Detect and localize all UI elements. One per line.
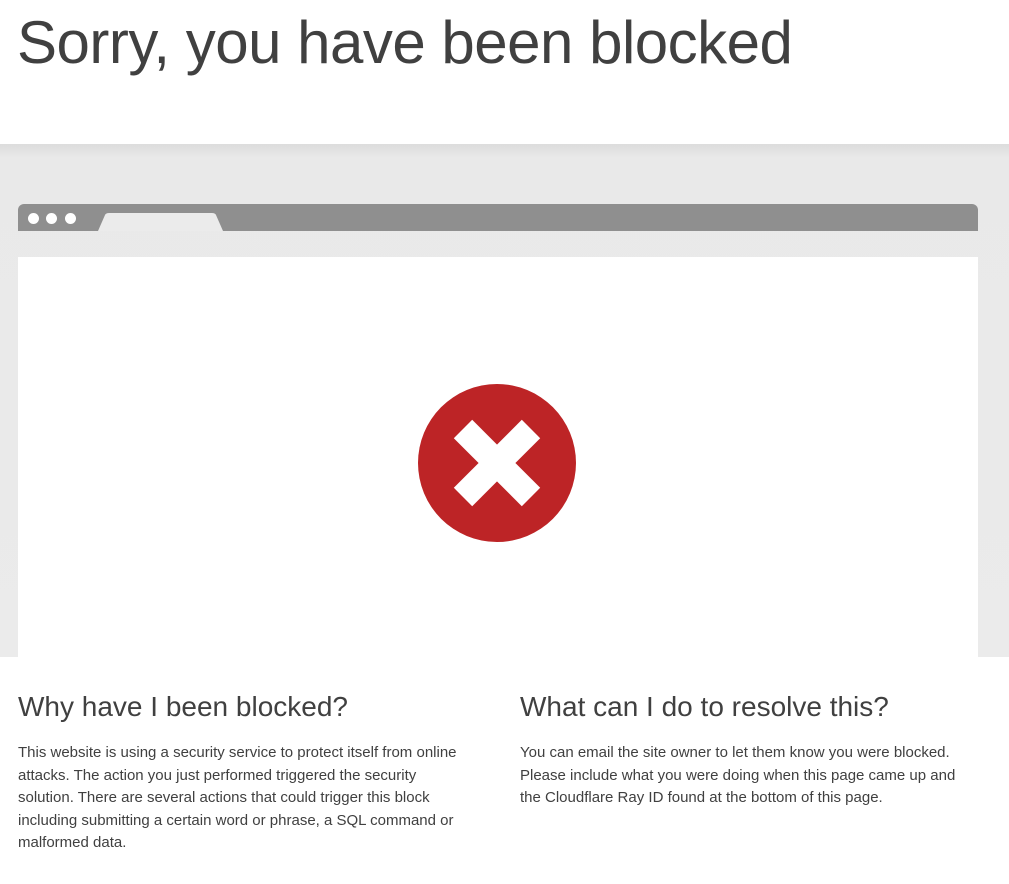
browser-window — [18, 257, 978, 657]
why-blocked-text: This website is using a security service… — [18, 744, 457, 851]
window-dot-icon — [65, 213, 76, 224]
window-dot-icon — [28, 213, 39, 224]
browser-illustration — [0, 144, 1009, 657]
why-blocked-heading: Why have I been blocked? — [18, 691, 348, 722]
resolve-heading: What can I do to resolve this? — [520, 691, 889, 722]
browser-tab-icon — [98, 213, 223, 231]
page-title: Sorry, you have been blocked — [17, 9, 793, 76]
page-header: Sorry, you have been blocked — [0, 0, 1009, 144]
resolve-text: You can email the site owner to let them… — [520, 744, 956, 806]
block-x-icon — [418, 384, 576, 542]
window-dot-icon — [46, 213, 57, 224]
browser-title-bar — [18, 204, 978, 231]
info-section: Why have I been blocked? This website is… — [0, 657, 1009, 884]
